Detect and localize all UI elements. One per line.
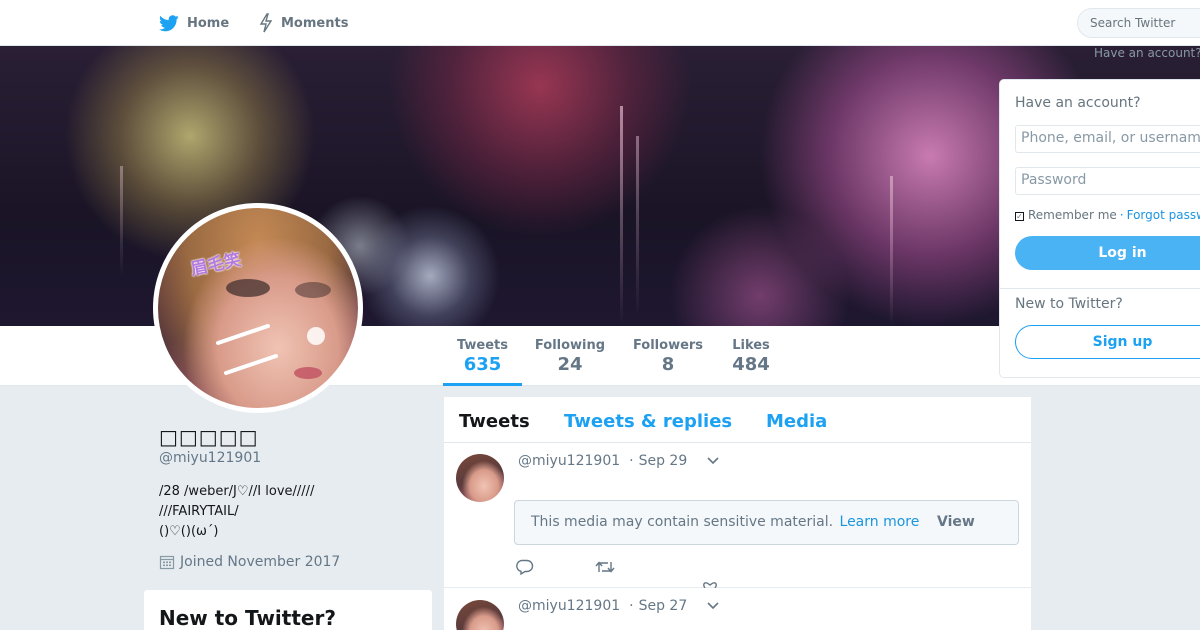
timeline-tabs: Tweets Tweets & replies Media: [444, 397, 1031, 443]
tweet-avatar[interactable]: [456, 454, 504, 502]
tweet-date[interactable]: Sep 29: [639, 453, 688, 469]
stat-tweets-label: Tweets: [456, 338, 509, 353]
tab-tweets[interactable]: Tweets: [459, 411, 530, 432]
tweet-avatar[interactable]: [456, 600, 504, 630]
profile-handle[interactable]: @miyu121901: [159, 450, 261, 466]
separator-dot: ·: [1119, 208, 1124, 222]
tweet-date[interactable]: Sep 27: [639, 598, 688, 614]
new-to-twitter-label: New to Twitter?: [1015, 296, 1123, 312]
tweet-item[interactable]: @miyu121901 · Sep 27: [444, 588, 1031, 630]
login-card: Have an account? Phone, email, or userna…: [999, 79, 1200, 378]
remember-row: ✓ Remember me · Forgot password?: [1015, 208, 1200, 222]
sensitive-media-notice: This media may contain sensitive materia…: [514, 500, 1019, 545]
tweet-header: @miyu121901 · Sep 29: [518, 453, 687, 469]
stat-following[interactable]: Following 24: [530, 326, 610, 386]
stat-tweets[interactable]: Tweets 635: [443, 326, 522, 386]
nav-moments-label: Moments: [281, 15, 349, 31]
chevron-down-icon[interactable]: [706, 601, 720, 611]
new-to-twitter-module: New to Twitter?: [144, 590, 432, 630]
timeline: Tweets Tweets & replies Media @miyu12190…: [444, 397, 1031, 630]
tweet-date-separator: ·: [629, 598, 634, 614]
password-field[interactable]: Password: [1015, 167, 1200, 195]
stat-followers-label: Followers: [632, 338, 704, 353]
stat-likes-value: 484: [732, 354, 770, 375]
tweet-header: @miyu121901 · Sep 27: [518, 598, 687, 614]
have-account-faint-label: Have an account?: [1094, 46, 1200, 60]
bio-line: ///FAIRYTAIL/: [159, 504, 239, 519]
nav-home[interactable]: Home: [159, 0, 229, 46]
profile-name: □□□□□: [159, 425, 259, 449]
stat-following-value: 24: [557, 354, 583, 375]
tweet-item[interactable]: @miyu121901 · Sep 29 This media may cont…: [444, 443, 1031, 588]
chevron-down-icon[interactable]: [706, 456, 720, 466]
new-to-twitter-title: New to Twitter?: [159, 606, 336, 630]
lightning-icon: [259, 13, 273, 33]
remember-label: Remember me: [1028, 208, 1117, 222]
username-field[interactable]: Phone, email, or username: [1015, 125, 1200, 153]
login-button[interactable]: Log in: [1015, 236, 1200, 270]
profile-avatar[interactable]: 眉毛笑: [153, 203, 363, 413]
tab-tweets-replies[interactable]: Tweets & replies: [564, 411, 732, 432]
tweet-handle[interactable]: @miyu121901: [518, 453, 620, 469]
search-input[interactable]: Search Twitter: [1077, 8, 1200, 38]
stat-followers-value: 8: [661, 354, 675, 375]
tweet-handle[interactable]: @miyu121901: [518, 598, 620, 614]
login-title: Have an account?: [1015, 95, 1141, 111]
profile-bio: /28 /weber/J♡//I love///// ///FAIRYTAIL/…: [159, 482, 399, 542]
login-divider: [1000, 288, 1200, 289]
twitter-bird-icon: [159, 14, 179, 32]
stat-tweets-value: 635: [463, 354, 502, 375]
learn-more-link[interactable]: Learn more: [840, 514, 920, 530]
nav-moments[interactable]: Moments: [259, 0, 348, 46]
stat-following-label: Following: [534, 338, 606, 353]
signup-button[interactable]: Sign up: [1015, 325, 1200, 359]
reply-icon[interactable]: [516, 559, 534, 575]
stat-followers[interactable]: Followers 8: [628, 326, 708, 386]
top-navigation-bar: Home Moments Search Twitter: [0, 0, 1200, 46]
retweet-icon[interactable]: [595, 560, 615, 574]
tab-media[interactable]: Media: [766, 411, 827, 432]
remember-checkbox[interactable]: ✓: [1015, 211, 1024, 221]
nav-home-label: Home: [187, 15, 230, 31]
bio-line: /28 /weber/J♡//I love/////: [159, 484, 315, 499]
stat-likes-label: Likes: [732, 338, 770, 353]
forgot-password-link[interactable]: Forgot password?: [1127, 208, 1200, 222]
joined-date: Joined November 2017: [159, 554, 340, 570]
calendar-icon: [159, 554, 175, 570]
bio-line: ()♡()(ω´): [159, 524, 219, 539]
view-button[interactable]: View: [937, 514, 975, 530]
sensitive-text: This media may contain sensitive materia…: [531, 514, 834, 530]
joined-label: Joined November 2017: [180, 554, 341, 570]
stat-likes[interactable]: Likes 484: [724, 326, 778, 386]
tweet-date-separator: ·: [629, 453, 634, 469]
